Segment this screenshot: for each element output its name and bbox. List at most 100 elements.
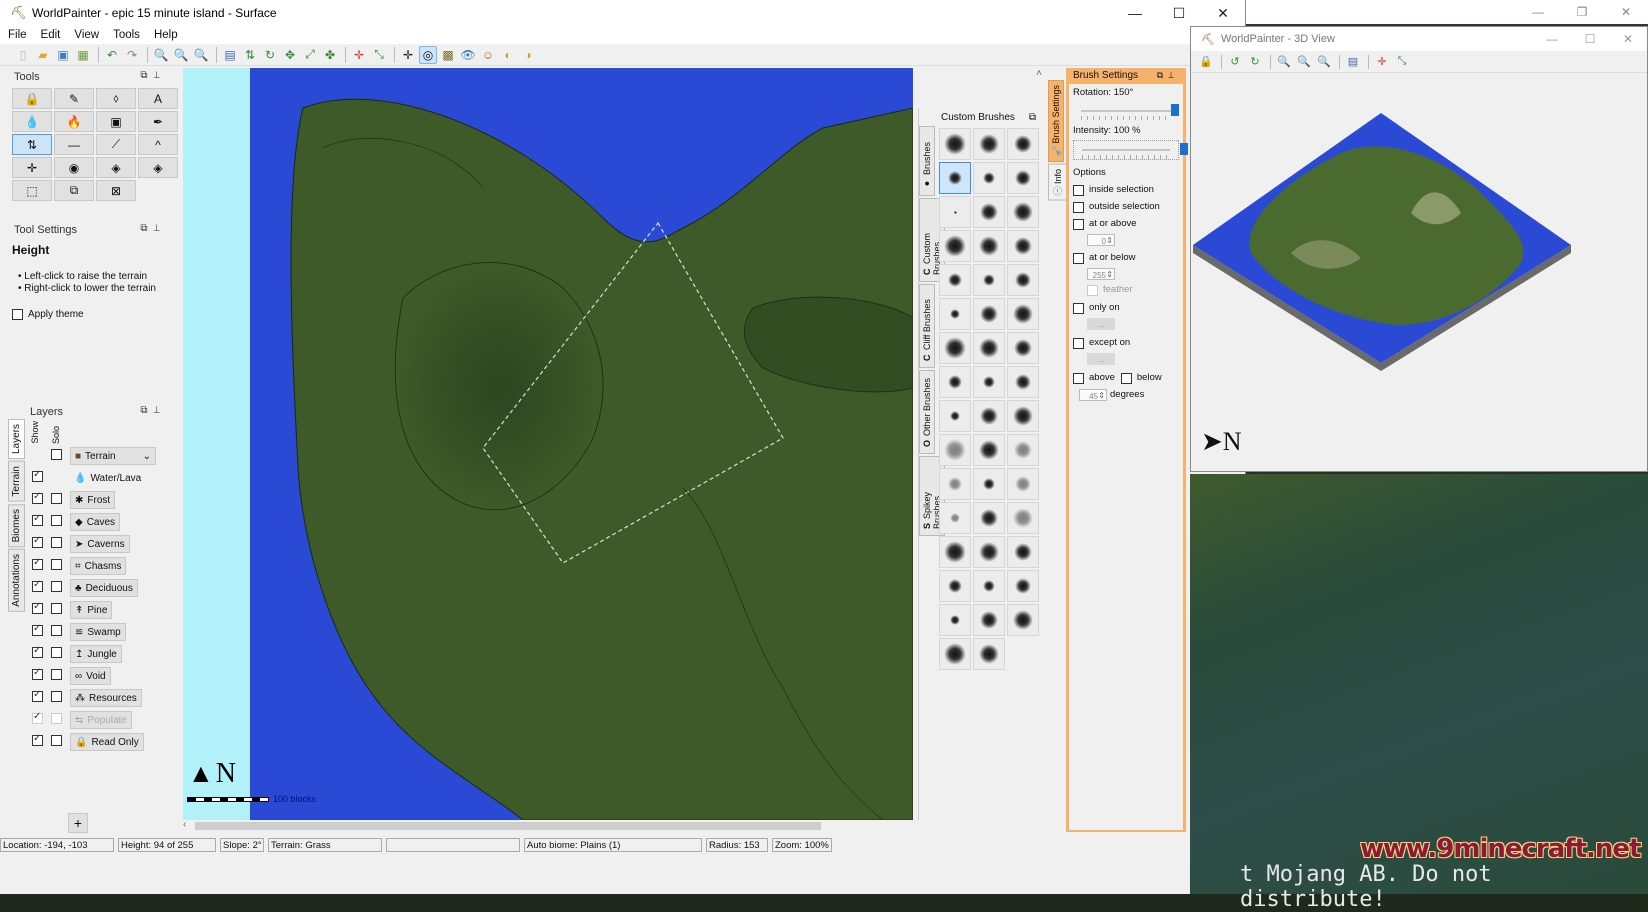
brush-swatch[interactable] (1007, 264, 1039, 296)
rotate-light-right-icon[interactable]: ◑ (519, 46, 537, 64)
brush-swatch[interactable] (1007, 536, 1039, 568)
float-panel-icon[interactable]: ⧉ (140, 70, 153, 81)
rotation-slider-thumb[interactable] (1170, 104, 1179, 116)
at-or-below-spinner[interactable]: 255 (1087, 268, 1115, 282)
intensity-slider-thumb[interactable] (1180, 143, 1188, 155)
brush-swatch[interactable] (939, 230, 971, 262)
brush-swatch[interactable] (973, 502, 1005, 534)
move-to-spawn-icon[interactable]: ⤡ (1393, 55, 1411, 68)
bg-minimize-button[interactable]: — (1516, 0, 1560, 24)
raise-rotated-pyramid-2-tool-button[interactable]: ◈ (138, 157, 178, 178)
clear-selection-tool-button[interactable]: ⊠ (96, 180, 136, 201)
pencil-tool-button[interactable]: ✎ (54, 88, 94, 109)
float-panel-icon[interactable]: ⧉ (1029, 112, 1036, 123)
always-on-top-icon[interactable]: 🔒 (1197, 55, 1215, 68)
at-or-above-option[interactable]: at or above (1073, 217, 1179, 231)
outside-selection-option[interactable]: outside selection (1073, 200, 1179, 214)
brush-swatch[interactable] (1007, 196, 1039, 228)
3d-close-button[interactable]: ✕ (1609, 27, 1647, 51)
scroll-up-icon[interactable]: ˄ (1032, 68, 1046, 79)
menu-help[interactable]: Help (154, 29, 178, 41)
at-or-below-option[interactable]: at or below (1073, 251, 1179, 265)
brush-swatch[interactable] (939, 162, 971, 194)
brush-swatch[interactable] (973, 162, 1005, 194)
view-options-icon[interactable]: ▩ (439, 46, 457, 64)
brush-swatch[interactable] (973, 366, 1005, 398)
add-layer-button[interactable]: + (68, 813, 88, 833)
flood-tool-button[interactable]: ⬨ (96, 88, 136, 109)
brush-swatch[interactable] (1007, 434, 1039, 466)
export-image-icon[interactable]: ▤ (1344, 55, 1362, 68)
copy-selection-tool-button[interactable]: ⧉ (54, 180, 94, 201)
above-checkbox[interactable] (1073, 372, 1084, 384)
layer-show-checkbox[interactable] (32, 513, 43, 526)
layer-solo-checkbox[interactable] (51, 691, 62, 702)
move-to-origin-icon[interactable]: ✛ (399, 46, 417, 64)
brush-swatch[interactable] (973, 332, 1005, 364)
pin-panel-icon[interactable]: ⊥ (1168, 70, 1179, 80)
tab-layers[interactable]: Layers (8, 419, 25, 460)
layer-button[interactable]: ⁂ Resources (70, 689, 142, 707)
brush-swatch[interactable] (939, 400, 971, 432)
lock-tool-button[interactable]: 🔒 (12, 88, 52, 109)
tab-other-brushes[interactable]: O Other Brushes (919, 370, 935, 454)
brush-swatch[interactable] (1007, 298, 1039, 330)
3d-minimize-button[interactable]: — (1533, 27, 1571, 51)
brush-swatch[interactable] (973, 536, 1005, 568)
brush-swatch[interactable] (939, 366, 971, 398)
export-image-icon[interactable]: ▦ (74, 46, 92, 64)
minimize-button[interactable]: — (1113, 0, 1157, 26)
brush-swatch[interactable] (1007, 230, 1039, 262)
tab-annotations[interactable]: Annotations (8, 548, 25, 612)
float-panel-icon[interactable]: ⧉ (140, 223, 153, 234)
brush-swatch[interactable] (1007, 604, 1039, 636)
flatten-tool-button[interactable]: — (54, 134, 94, 155)
dimension-properties-icon[interactable]: ▤ (221, 46, 239, 64)
brush-swatch[interactable] (973, 434, 1005, 466)
brush-swatch[interactable] (1007, 570, 1039, 602)
layer-button[interactable]: ⌗ Chasms (70, 557, 127, 575)
brush-swatch[interactable] (1007, 162, 1039, 194)
menu-file[interactable]: File (8, 29, 27, 41)
reset-view-icon[interactable]: ⤡ (370, 46, 388, 64)
brush-swatch[interactable] (973, 604, 1005, 636)
sponge-tool-button[interactable]: ▣ (96, 111, 136, 132)
zoom-out-icon[interactable]: 🔍 (1275, 55, 1293, 68)
layer-solo-checkbox[interactable] (51, 735, 62, 746)
brush-swatch[interactable] (1007, 128, 1039, 160)
new-world-icon[interactable]: ▯ (14, 46, 32, 64)
tab-brush-settings[interactable]: 🔧 Brush Settings (1048, 80, 1064, 163)
layer-show-checkbox[interactable] (32, 623, 43, 636)
layer-button[interactable]: ∞ Void (70, 667, 111, 685)
layer-show-checkbox[interactable] (32, 557, 43, 570)
rotate-light-left-icon[interactable]: ◐ (499, 46, 517, 64)
brush-swatch[interactable] (939, 264, 971, 296)
brush-swatch[interactable] (939, 570, 971, 602)
brush-swatch[interactable] (939, 196, 971, 228)
brush-swatch[interactable] (973, 298, 1005, 330)
brush-swatch[interactable] (939, 502, 971, 534)
open-world-icon[interactable]: ▰ (34, 46, 52, 64)
set-spawn-tool-button[interactable]: ✛ (12, 157, 52, 178)
3d-maximize-button[interactable]: ☐ (1571, 27, 1609, 51)
bg-close-button[interactable]: ✕ (1604, 0, 1648, 24)
layer-button[interactable]: ➤ Caverns (70, 535, 130, 553)
rotation-slider[interactable] (1073, 102, 1179, 122)
reset-view-icon[interactable]: ✛ (1373, 55, 1391, 68)
layer-button[interactable]: ⇆ Populate (70, 711, 132, 729)
below-checkbox[interactable] (1120, 372, 1132, 384)
3d-viewport[interactable]: ➤N ‹ (1191, 73, 1647, 517)
tab-info[interactable]: ⓘ Info (1048, 164, 1067, 201)
map-canvas[interactable]: ▲ N 100 blocks (183, 68, 913, 820)
menu-tools[interactable]: Tools (113, 29, 140, 41)
zoom-in-icon[interactable]: 🔍 (192, 46, 210, 64)
tab-terrain[interactable]: Terrain (8, 461, 25, 502)
float-panel-icon[interactable]: ⧉ (1157, 70, 1168, 80)
brush-swatch[interactable] (939, 536, 971, 568)
inside-selection-option[interactable]: inside selection (1073, 183, 1179, 197)
layer-solo-checkbox[interactable] (51, 559, 62, 570)
only-on-option[interactable]: only on (1073, 301, 1179, 315)
redo-icon[interactable]: ↷ (123, 46, 141, 64)
brush-swatch[interactable] (939, 604, 971, 636)
layer-show-checkbox[interactable] (32, 601, 43, 614)
